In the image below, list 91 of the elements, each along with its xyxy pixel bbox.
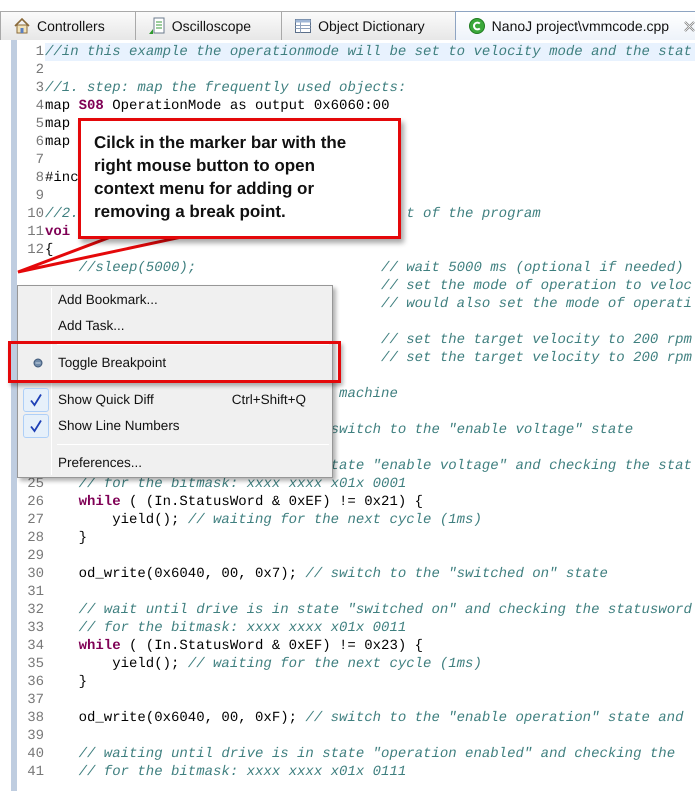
code-text: map xyxy=(45,115,70,133)
line-number: 37 xyxy=(27,692,44,708)
code-keyword: S08 xyxy=(78,97,104,115)
code-text: ( (In.StatusWord & 0xEF) != 0x21) { xyxy=(129,493,424,511)
marker-bar[interactable] xyxy=(11,40,17,791)
menu-shortcut: Ctrl+Shift+Q xyxy=(232,390,306,409)
code-comment: // wait 5000 ms (optional if needed) xyxy=(381,259,684,277)
line-number: 36 xyxy=(27,674,44,690)
line-number: 35 xyxy=(27,656,44,672)
tab[interactable]: Object Dictionary xyxy=(281,11,456,40)
tab[interactable]: Oscilloscope xyxy=(134,11,282,40)
line-number: 26 xyxy=(27,494,44,510)
menu-item[interactable]: Preferences... xyxy=(18,450,332,476)
code-text: } xyxy=(78,673,87,691)
tab-label: NanoJ project\vmmcode.cpp xyxy=(492,16,670,36)
menu-item[interactable]: Show Quick Diff Ctrl+Shift+Q xyxy=(18,387,332,413)
code-comment: //2. xyxy=(45,205,79,223)
line-number: 9 xyxy=(36,188,44,204)
code-text: } xyxy=(78,529,87,547)
line-number: 34 xyxy=(27,638,44,654)
line-number: 28 xyxy=(27,530,44,546)
line-number: 11 xyxy=(27,224,44,240)
close-icon[interactable] xyxy=(683,20,695,32)
line-number: 2 xyxy=(36,62,44,78)
line-number: 33 xyxy=(27,620,44,636)
menu-item[interactable]: Add Task... xyxy=(18,313,332,339)
line-number: 7 xyxy=(36,152,44,168)
line-number: 32 xyxy=(27,602,44,618)
line-number: 30 xyxy=(27,566,44,582)
code-text: yield(); xyxy=(112,511,180,529)
line-number: 3 xyxy=(36,80,44,96)
line-number: 12 xyxy=(27,242,44,258)
line-number: 38 xyxy=(27,710,44,726)
code-text: od_write(0x6040, 00, 0x7); xyxy=(78,565,298,583)
tab-label: Oscilloscope xyxy=(172,16,252,36)
tab[interactable]: NanoJ project\vmmcode.cpp xyxy=(454,11,695,40)
code-comment: //sleep(5000); xyxy=(78,259,196,277)
code-comment: // switch to the "switched on" state xyxy=(305,565,608,583)
line-number: 5 xyxy=(36,116,44,132)
code-comment: // set the target velocity to 200 rpm xyxy=(381,349,692,367)
code-comment: // for the bitmask: xxxx xxxx x01x 0111 xyxy=(78,763,406,781)
code-comment: // for the bitmask: xxxx xxxx x01x 0011 xyxy=(78,619,406,637)
line-number: 10 xyxy=(27,206,44,222)
line-number: 40 xyxy=(27,746,44,762)
code-comment: //in this example the operationmode will be set to velocity mode and the stat xyxy=(45,43,692,61)
code-text: ( (In.StatusWord & 0xEF) != 0x23) { xyxy=(129,637,424,655)
tab[interactable]: Controllers xyxy=(0,11,136,40)
line-number: 1 xyxy=(36,44,44,60)
code-comment: machine xyxy=(339,385,398,403)
callout-text: Cilck in the marker bar with the right mouse button to open context menu for adding or removing a break point. xyxy=(94,132,348,223)
tab-label: Object Dictionary xyxy=(318,16,425,36)
line-number: 39 xyxy=(27,728,44,744)
code-comment: // wait until drive is in state "switched on" and checking the statusword xyxy=(78,601,692,619)
c-file-icon xyxy=(468,17,486,35)
code-comment: t of the program xyxy=(406,205,541,223)
code-text: yield(); xyxy=(112,655,180,673)
house-icon xyxy=(13,17,31,35)
code-keyword: while xyxy=(78,637,121,655)
code-comment: switch to the "enable voltage" state xyxy=(330,421,634,439)
line-number: 29 xyxy=(27,548,44,564)
code-comment: //1. step: map the frequently used objects: xyxy=(45,79,406,97)
code-text: { xyxy=(45,241,54,259)
menu-item[interactable]: Show Line Numbers xyxy=(18,413,332,439)
line-number: 31 xyxy=(27,584,44,600)
code-comment: // set the target velocity to 200 rpm xyxy=(381,331,692,349)
code-comment: // set the mode of operation to veloc xyxy=(381,277,692,295)
breakpoint-dot-icon xyxy=(33,358,43,368)
code-comment: // switch to the "enable operation" state and xyxy=(305,709,684,727)
code-comment: // would also set the mode of operati xyxy=(381,295,692,313)
line-number: 27 xyxy=(27,512,44,528)
code-text: od_write(0x6040, 00, 0xF); xyxy=(78,709,298,727)
table-icon xyxy=(294,17,312,35)
code-text: #inc xyxy=(45,169,79,187)
chart-document-icon xyxy=(148,17,166,35)
code-comment: tate "enable voltage" and checking the stat xyxy=(330,457,692,475)
line-number: 41 xyxy=(27,764,44,780)
tab-label: Controllers xyxy=(37,16,105,36)
line-number: 6 xyxy=(36,134,44,150)
code-text: map xyxy=(45,97,70,115)
line-number: 8 xyxy=(36,170,44,186)
line-number: 4 xyxy=(36,98,44,114)
code-comment: // waiting for the next cycle (1ms) xyxy=(188,655,482,673)
code-text: OperationMode as output 0x6060:00 xyxy=(112,97,390,115)
code-keyword: while xyxy=(78,493,121,511)
code-text: map xyxy=(45,133,70,151)
code-comment: // waiting until drive is in state "operation enabled" and checking the xyxy=(78,745,676,763)
code-keyword: voi xyxy=(45,223,70,241)
menu-item[interactable]: Toggle Breakpoint xyxy=(18,350,332,376)
code-comment: // waiting for the next cycle (1ms) xyxy=(188,511,482,529)
line-number: 25 xyxy=(27,476,44,492)
menu-item[interactable]: Add Bookmark... xyxy=(18,287,332,313)
